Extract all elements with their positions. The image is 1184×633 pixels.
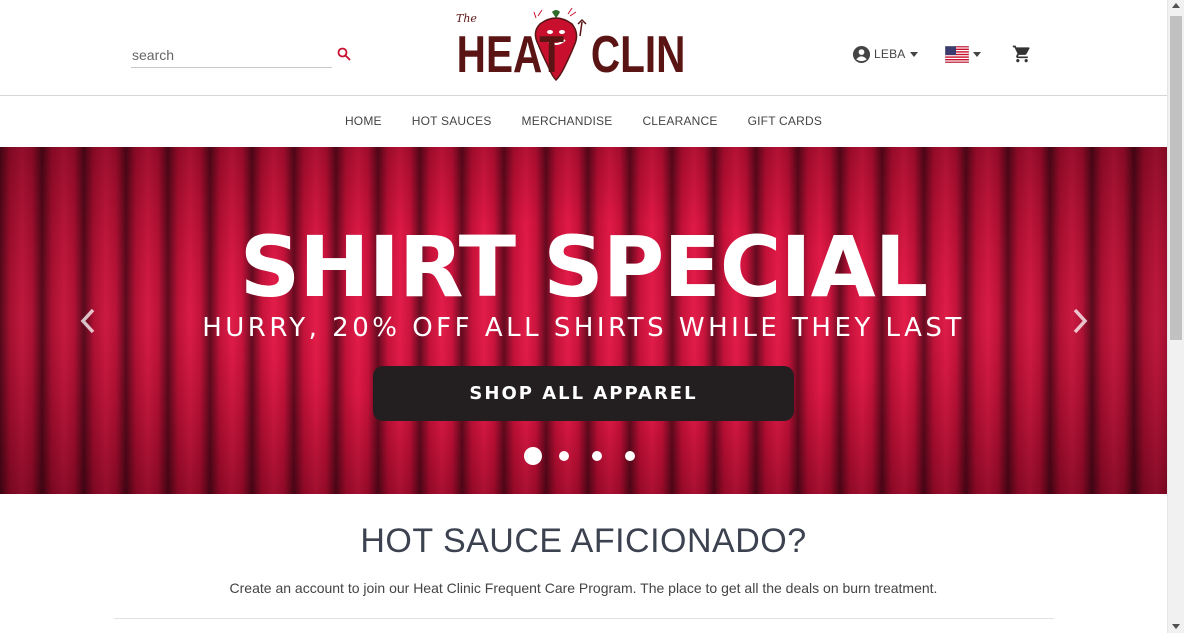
search-box xyxy=(131,43,352,69)
logo-word-left: HEAT xyxy=(457,25,564,83)
divider xyxy=(114,618,1054,619)
account-menu[interactable]: LEBA xyxy=(852,44,918,64)
section-description: Create an account to join our Heat Clini… xyxy=(229,580,938,596)
nav-item-hot-sauces[interactable]: HOT SAUCES xyxy=(397,114,507,128)
scroll-up-icon[interactable] xyxy=(1172,3,1180,8)
chevron-left-icon[interactable] xyxy=(78,307,98,335)
locale-selector[interactable] xyxy=(945,45,981,63)
site-header: The HEAT CLINIC LEBA xyxy=(0,0,1167,96)
chevron-down-icon xyxy=(909,51,918,57)
logo-word-right: CLINIC xyxy=(591,25,688,83)
hero-carousel[interactable]: SHIRT SPECIAL HURRY, 20% OFF ALL SHIRTS … xyxy=(0,147,1167,494)
scroll-down-icon[interactable] xyxy=(1172,624,1180,629)
nav-item-gift-cards[interactable]: GIFT CARDS xyxy=(733,114,837,128)
nav-item-home[interactable]: HOME xyxy=(330,114,397,128)
cart-icon[interactable] xyxy=(1012,44,1032,64)
account-circle-icon xyxy=(852,45,871,63)
search-input[interactable] xyxy=(131,43,332,68)
vertical-scrollbar[interactable] xyxy=(1167,0,1184,633)
hero-title: SHIRT SPECIAL xyxy=(239,218,928,316)
section-title: HOT SAUCE AFICIONADO? xyxy=(360,522,807,560)
nav-item-merchandise[interactable]: MERCHANDISE xyxy=(507,114,628,128)
carousel-dot[interactable] xyxy=(592,451,602,461)
heat-clinic-logo-image: The HEAT CLINIC xyxy=(456,7,726,83)
carousel-indicators xyxy=(524,447,658,465)
carousel-dot[interactable] xyxy=(559,451,569,461)
shop-all-apparel-button[interactable]: SHOP ALL APPAREL xyxy=(373,366,794,421)
logo-small-word: The xyxy=(456,12,477,25)
carousel-dot[interactable] xyxy=(625,451,635,461)
carousel-dot[interactable] xyxy=(524,447,542,465)
main-nav: HOME HOT SAUCES MERCHANDISE CLEARANCE GI… xyxy=(0,96,1167,146)
search-icon[interactable] xyxy=(337,47,351,61)
page: The HEAT CLINIC LEBA xyxy=(0,0,1167,633)
site-logo[interactable]: The HEAT CLINIC xyxy=(452,6,726,84)
hero-subtitle: HURRY, 20% OFF ALL SHIRTS WHILE THEY LAS… xyxy=(202,313,965,343)
scrollbar-thumb[interactable] xyxy=(1170,16,1182,340)
us-flag-icon xyxy=(945,45,969,63)
account-label: LEBA xyxy=(874,47,906,61)
chevron-right-icon[interactable] xyxy=(1070,307,1090,335)
nav-item-clearance[interactable]: CLEARANCE xyxy=(627,114,732,128)
chevron-down-icon xyxy=(973,51,981,57)
